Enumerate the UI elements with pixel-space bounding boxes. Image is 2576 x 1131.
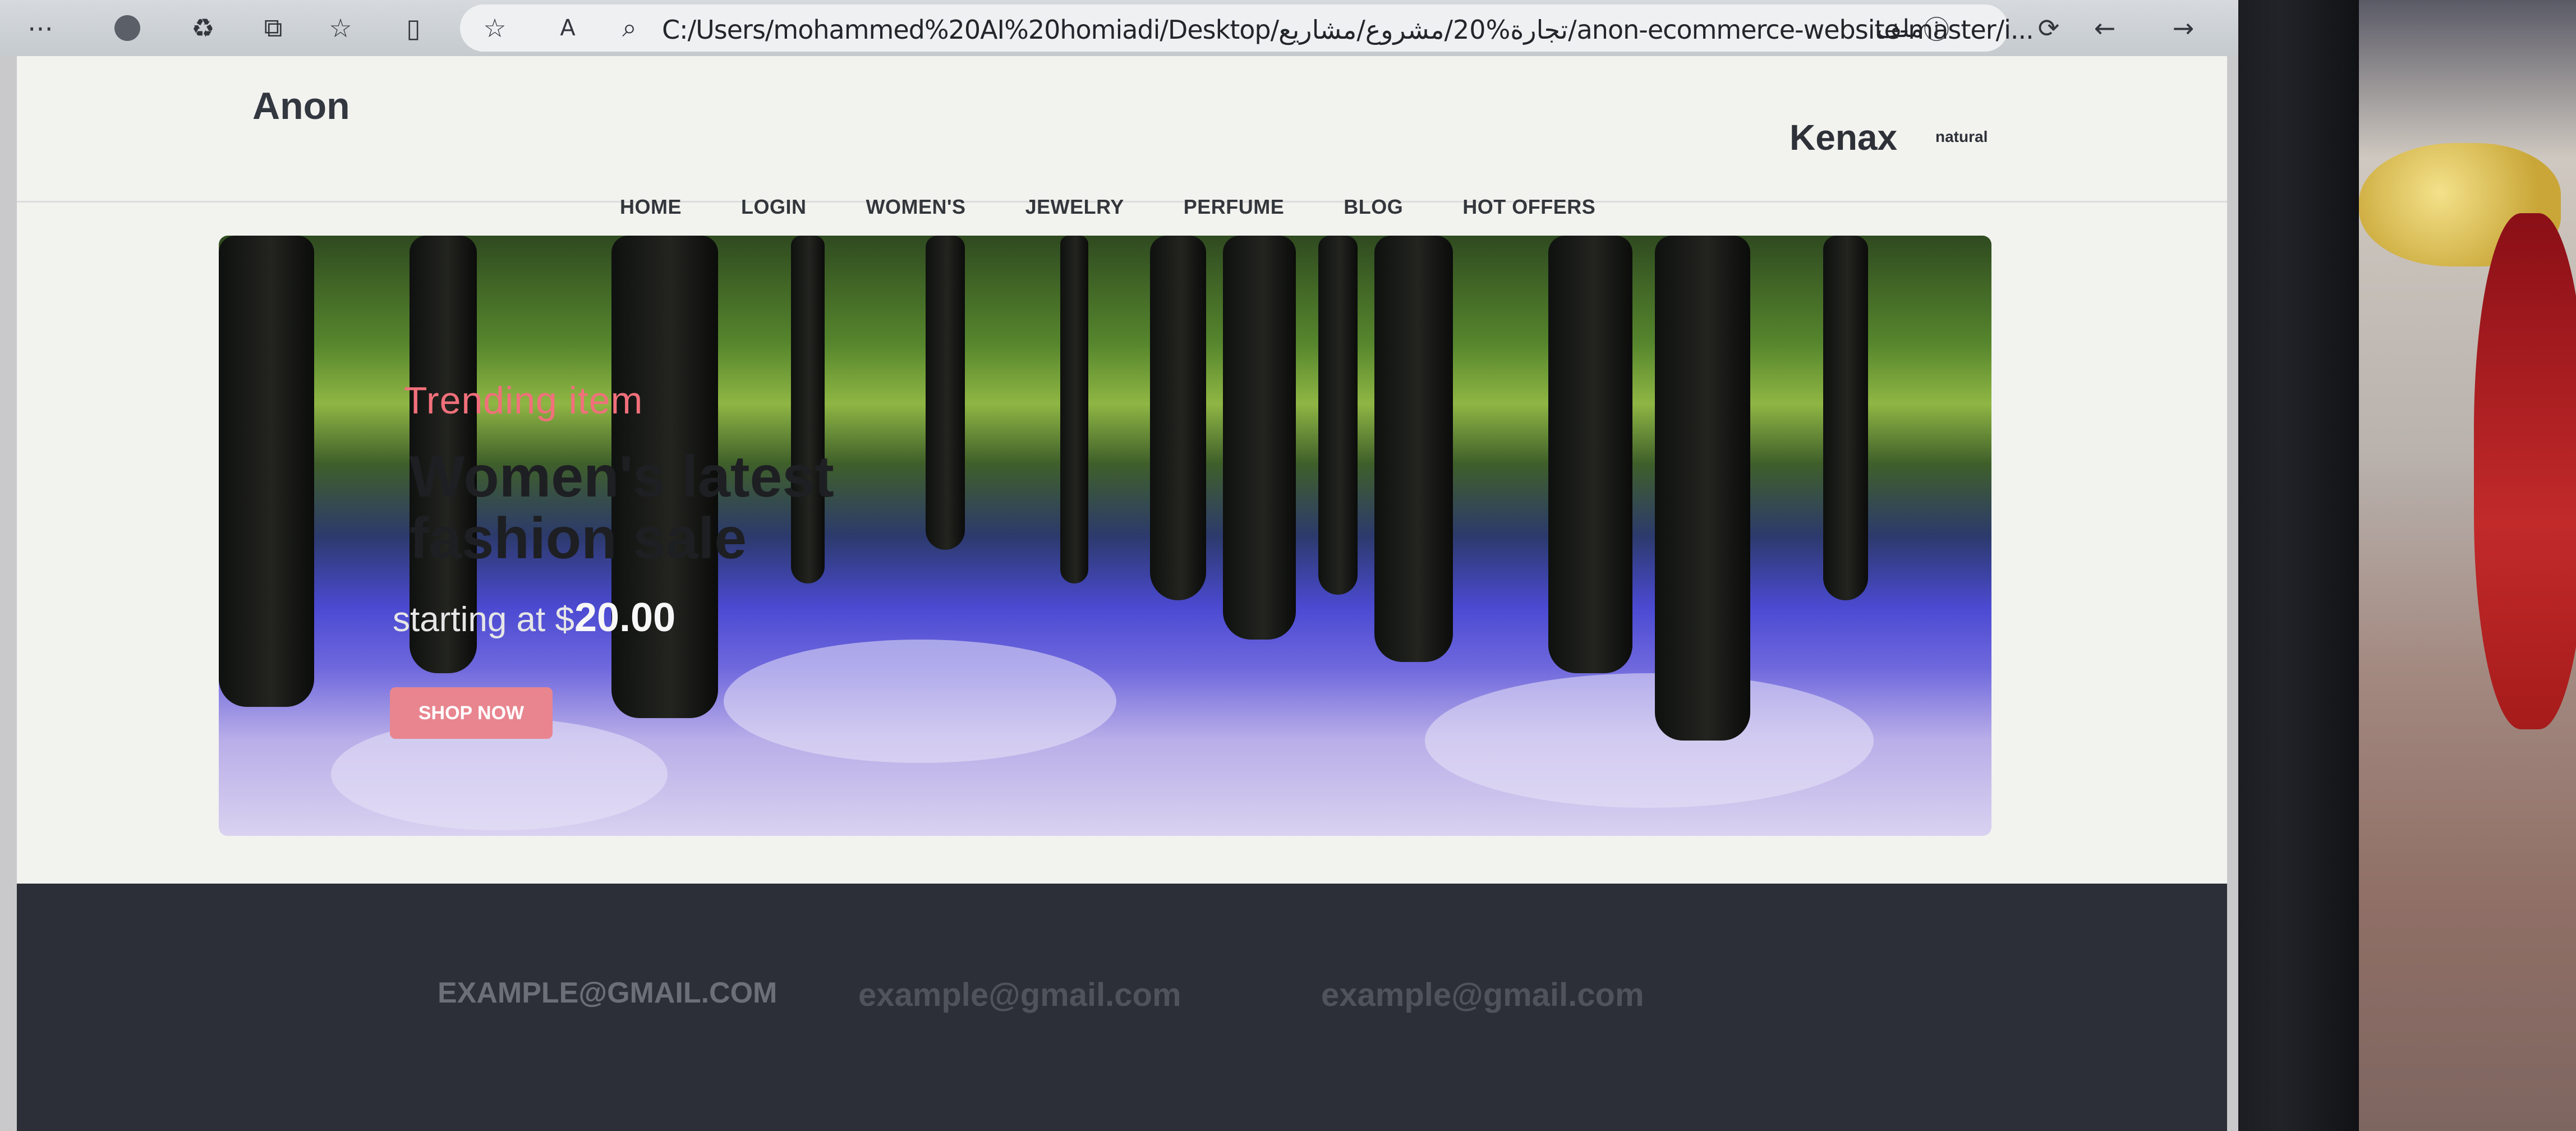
tree-trunk	[1060, 236, 1088, 583]
nav-hot-offers[interactable]: HOT OFFERS	[1462, 195, 1595, 219]
more-icon[interactable]: ⋯	[22, 10, 58, 46]
screen: ⋯ ♻ ⧉ ☆ ▯ ☆ A ⌕ ⓘ ⟳ C:/Users/mohammed%20…	[0, 0, 2238, 1131]
brand-subtitle: natural	[1935, 128, 1988, 145]
light-patch	[724, 640, 1116, 763]
nav-login[interactable]: LOGIN	[741, 195, 807, 219]
favorites-icon[interactable]: ☆	[323, 10, 358, 46]
footer-email[interactable]: EXAMPLE@GMAIL.COM	[438, 976, 777, 1010]
tree-trunk	[1318, 236, 1358, 595]
read-aloud-icon[interactable]: A	[550, 10, 586, 46]
sync-icon[interactable]: ♻	[185, 10, 221, 46]
nav-jewelry[interactable]: JEWELRY	[1025, 195, 1124, 219]
forward-icon[interactable]: →	[2165, 10, 2201, 46]
footer-strip: EXAMPLE@GMAIL.COM example@gmail.com exam…	[17, 884, 2227, 1131]
main-navigation: HOME LOGIN WOMEN'S JEWELRY PERFUME BLOG …	[620, 195, 1655, 219]
hero-price: starting at $20.00	[393, 595, 675, 641]
url-text[interactable]: C:/Users/mohammed%20AI%20homiadi/Desktop…	[662, 15, 2034, 45]
page-info-label[interactable]: ملف	[1876, 15, 1924, 43]
browser-toolbar: ⋯ ♻ ⧉ ☆ ▯ ☆ A ⌕ ⓘ ⟳ C:/Users/mohammed%20…	[0, 0, 2238, 56]
hero-banner: Trending item Women's latest fashion sal…	[219, 236, 1991, 836]
nav-blog[interactable]: BLOG	[1344, 195, 1403, 219]
tree-trunk	[1374, 236, 1453, 662]
tree-trunk	[1548, 236, 1632, 673]
tree-trunk	[1223, 236, 1296, 640]
hero-subtitle: Trending item	[404, 379, 643, 422]
hero-title: Women's latest fashion sale	[410, 444, 834, 571]
back-icon[interactable]: ←	[2087, 10, 2123, 46]
footer-email[interactable]: example@gmail.com	[1321, 976, 1644, 1014]
hero-price-value: 20.00	[574, 595, 676, 640]
light-patch	[1425, 673, 1874, 808]
nav-womens[interactable]: WOMEN'S	[866, 195, 966, 219]
tree-trunk	[219, 236, 314, 707]
tab-actions-icon[interactable]: ⧉	[255, 10, 291, 46]
search-icon: ⌕	[622, 12, 637, 43]
brand-name: Kenax	[1790, 117, 1898, 158]
split-screen-icon[interactable]: ▯	[395, 10, 431, 46]
star-icon[interactable]: ☆	[477, 10, 513, 46]
nav-perfume[interactable]: PERFUME	[1184, 195, 1285, 219]
nav-home[interactable]: HOME	[620, 195, 682, 219]
web-page: Anon Kenax natural HOME LOGIN WOMEN'S JE…	[17, 56, 2227, 1131]
tree-trunk	[1150, 236, 1206, 600]
site-logo[interactable]: Anon	[252, 84, 350, 128]
red-object	[2474, 213, 2576, 729]
refresh-icon[interactable]: ⟳	[2031, 10, 2067, 46]
shop-now-button[interactable]: SHOP NOW	[390, 687, 553, 739]
tree-trunk	[1823, 236, 1868, 600]
tree-trunk	[1655, 236, 1750, 741]
profile-icon[interactable]	[109, 10, 145, 46]
hero-price-label: starting at $	[393, 600, 574, 639]
footer-email[interactable]: example@gmail.com	[858, 976, 1181, 1014]
